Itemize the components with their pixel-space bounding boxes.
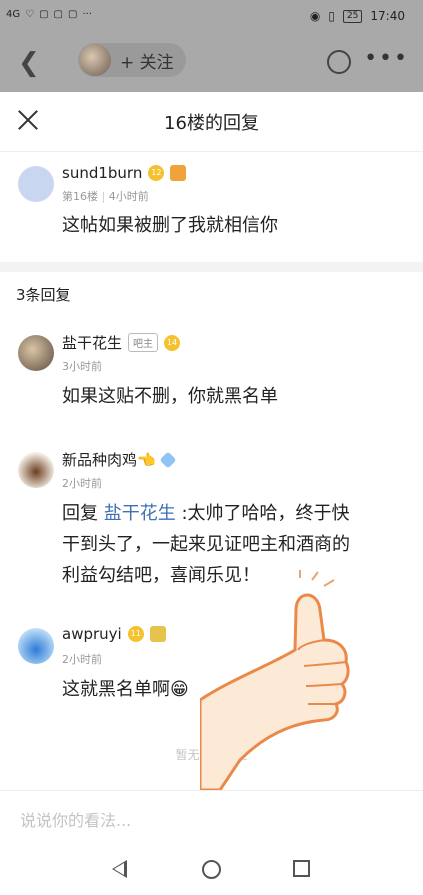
- medal-icon: [149, 626, 166, 642]
- reply-sheet: 16楼的回复 sund1burn 12 第16楼 | 4小时前 这帖如果被删了我…: [0, 92, 423, 895]
- avatar[interactable]: [18, 335, 54, 371]
- reply-content: 回复 盐干花生 :太帅了哈哈，终于快 干到头了，一起来见证吧主和酒商的 利益勾结…: [62, 498, 350, 591]
- avatar[interactable]: [18, 628, 54, 664]
- reply-content: 这就黑名单啊😁: [62, 679, 189, 700]
- reply-time: 2小时前: [62, 477, 102, 490]
- avatar[interactable]: [18, 166, 54, 202]
- reply-prefix: 回复: [62, 503, 98, 524]
- avatar[interactable]: [18, 452, 54, 488]
- reply-text: 干到头了，一起来见证吧主和酒商的: [62, 534, 350, 555]
- comment-input[interactable]: 说说你的看法...: [20, 807, 131, 831]
- reply-count: 3条回复: [16, 286, 71, 304]
- vibrate-icon: ▯: [328, 9, 335, 23]
- share-icon[interactable]: [327, 50, 351, 74]
- post-content: 这帖如果被删了我就相信你: [62, 215, 278, 236]
- back-icon[interactable]: ❮: [18, 48, 40, 78]
- clock: 17:40: [370, 9, 405, 23]
- more-icon[interactable]: •••: [364, 46, 409, 71]
- system-home-icon[interactable]: [202, 860, 221, 879]
- system-back-icon[interactable]: [112, 860, 127, 878]
- medal-icon: [170, 165, 187, 181]
- username[interactable]: 新品种肉鸡👈: [62, 449, 156, 470]
- owner-badge: 吧主: [128, 333, 159, 352]
- level-badge: 14: [164, 334, 181, 351]
- username[interactable]: awpruyi: [62, 625, 122, 643]
- follow-pill[interactable]: + 关注: [78, 43, 186, 77]
- reply-text: :太帅了哈哈，终于快: [175, 503, 350, 524]
- heart-icon: ♡: [25, 9, 35, 20]
- app-icon: ▢: [68, 9, 78, 20]
- level-badge: 11: [127, 626, 144, 642]
- reply-time: 2小时前: [62, 653, 102, 666]
- avatar: [79, 44, 111, 76]
- reply-text: 利益勾结吧，喜闻乐见！: [62, 565, 260, 586]
- floor-number: 第16楼: [62, 190, 98, 203]
- username[interactable]: 盐干花生: [62, 332, 122, 353]
- sheet-title: 16楼的回复: [164, 113, 259, 134]
- more-notifications-icon: ···: [82, 9, 92, 20]
- system-nav-bar: [0, 844, 423, 895]
- status-bar: 4G ♡ ▢ ▢ ▢ ··· ◉ ▯ 25 17:40: [0, 0, 423, 34]
- mention-link[interactable]: 盐干花生: [104, 503, 176, 524]
- floor-post: sund1burn 12 第16楼 | 4小时前 这帖如果被删了我就相信你: [0, 152, 423, 262]
- top-nav-bar: ❮ + 关注 •••: [0, 34, 423, 92]
- reply-content: 如果这贴不删，你就黑名单: [62, 386, 278, 407]
- app-icon: ▢: [39, 9, 49, 20]
- username[interactable]: sund1burn: [62, 164, 142, 182]
- system-recents-icon[interactable]: [293, 860, 310, 877]
- eye-icon: ◉: [309, 9, 321, 23]
- level-badge: [159, 451, 177, 468]
- level-badge: 12: [148, 165, 165, 181]
- reply-time: 3小时前: [62, 360, 102, 373]
- battery-icon: 25: [342, 9, 363, 23]
- post-time: 4小时前: [108, 190, 149, 203]
- app-icon: ▢: [53, 9, 63, 20]
- divider: [0, 262, 423, 272]
- follow-button[interactable]: + 关注: [120, 48, 174, 73]
- network-indicator: 4G: [6, 9, 21, 20]
- sheet-header: 16楼的回复: [0, 92, 423, 152]
- comment-input-bar[interactable]: 说说你的看法...: [0, 790, 423, 842]
- no-more-replies: 暂无更多回复: [175, 748, 248, 762]
